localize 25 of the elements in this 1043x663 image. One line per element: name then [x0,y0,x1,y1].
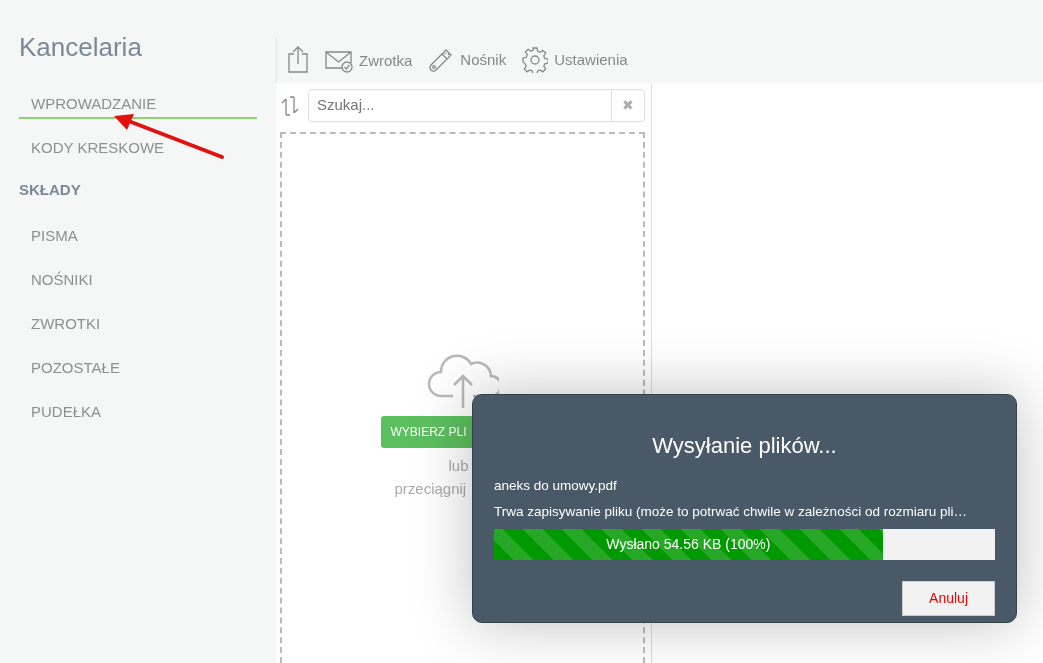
refresh-icon[interactable] [280,94,300,117]
status-message: Trwa zapisywanie pliku (może to potrwać chwile w zależności od rozmiaru pli… [494,503,967,522]
search-field[interactable]: Szukaj... ✖ [308,89,645,122]
sidebar-item[interactable]: NOŚNIKI [19,265,257,295]
sidebar-item[interactable]: ZWROTKI [19,309,257,339]
sidebar-item[interactable]: PUDEŁKA [19,397,257,427]
sidebar-item[interactable]: KODY KRESKOWE [19,133,257,163]
toolbar-button[interactable]: Zwrotka [325,49,413,73]
toolbar-button[interactable]: Nośnik [428,47,507,73]
clear-button[interactable]: ✖ [611,90,644,121]
section-header: SKŁADY [19,180,82,200]
progress-reading: Wysłano 54.56 KB (100%) [605,534,772,554]
sidebar-item[interactable]: PISMA [19,221,257,251]
sidebar-item[interactable]: POZOSTAŁE [19,353,257,383]
app-title: Kancelaria [19,31,143,64]
settings-icon [522,47,549,73]
drop-hint: przeciągnij [394,479,467,497]
file-name: aneks do umowy.pdf [494,477,617,495]
cancel-button[interactable]: Anuluj [902,580,995,616]
export-icon[interactable] [287,45,309,73]
or-text: lub [448,457,469,474]
envelope-check-icon [325,49,353,73]
toolbar-button[interactable]: Ustawienia [522,47,628,73]
dialog-title: Wysyłanie plików... [651,432,838,460]
cloud-upload-icon [426,352,499,408]
